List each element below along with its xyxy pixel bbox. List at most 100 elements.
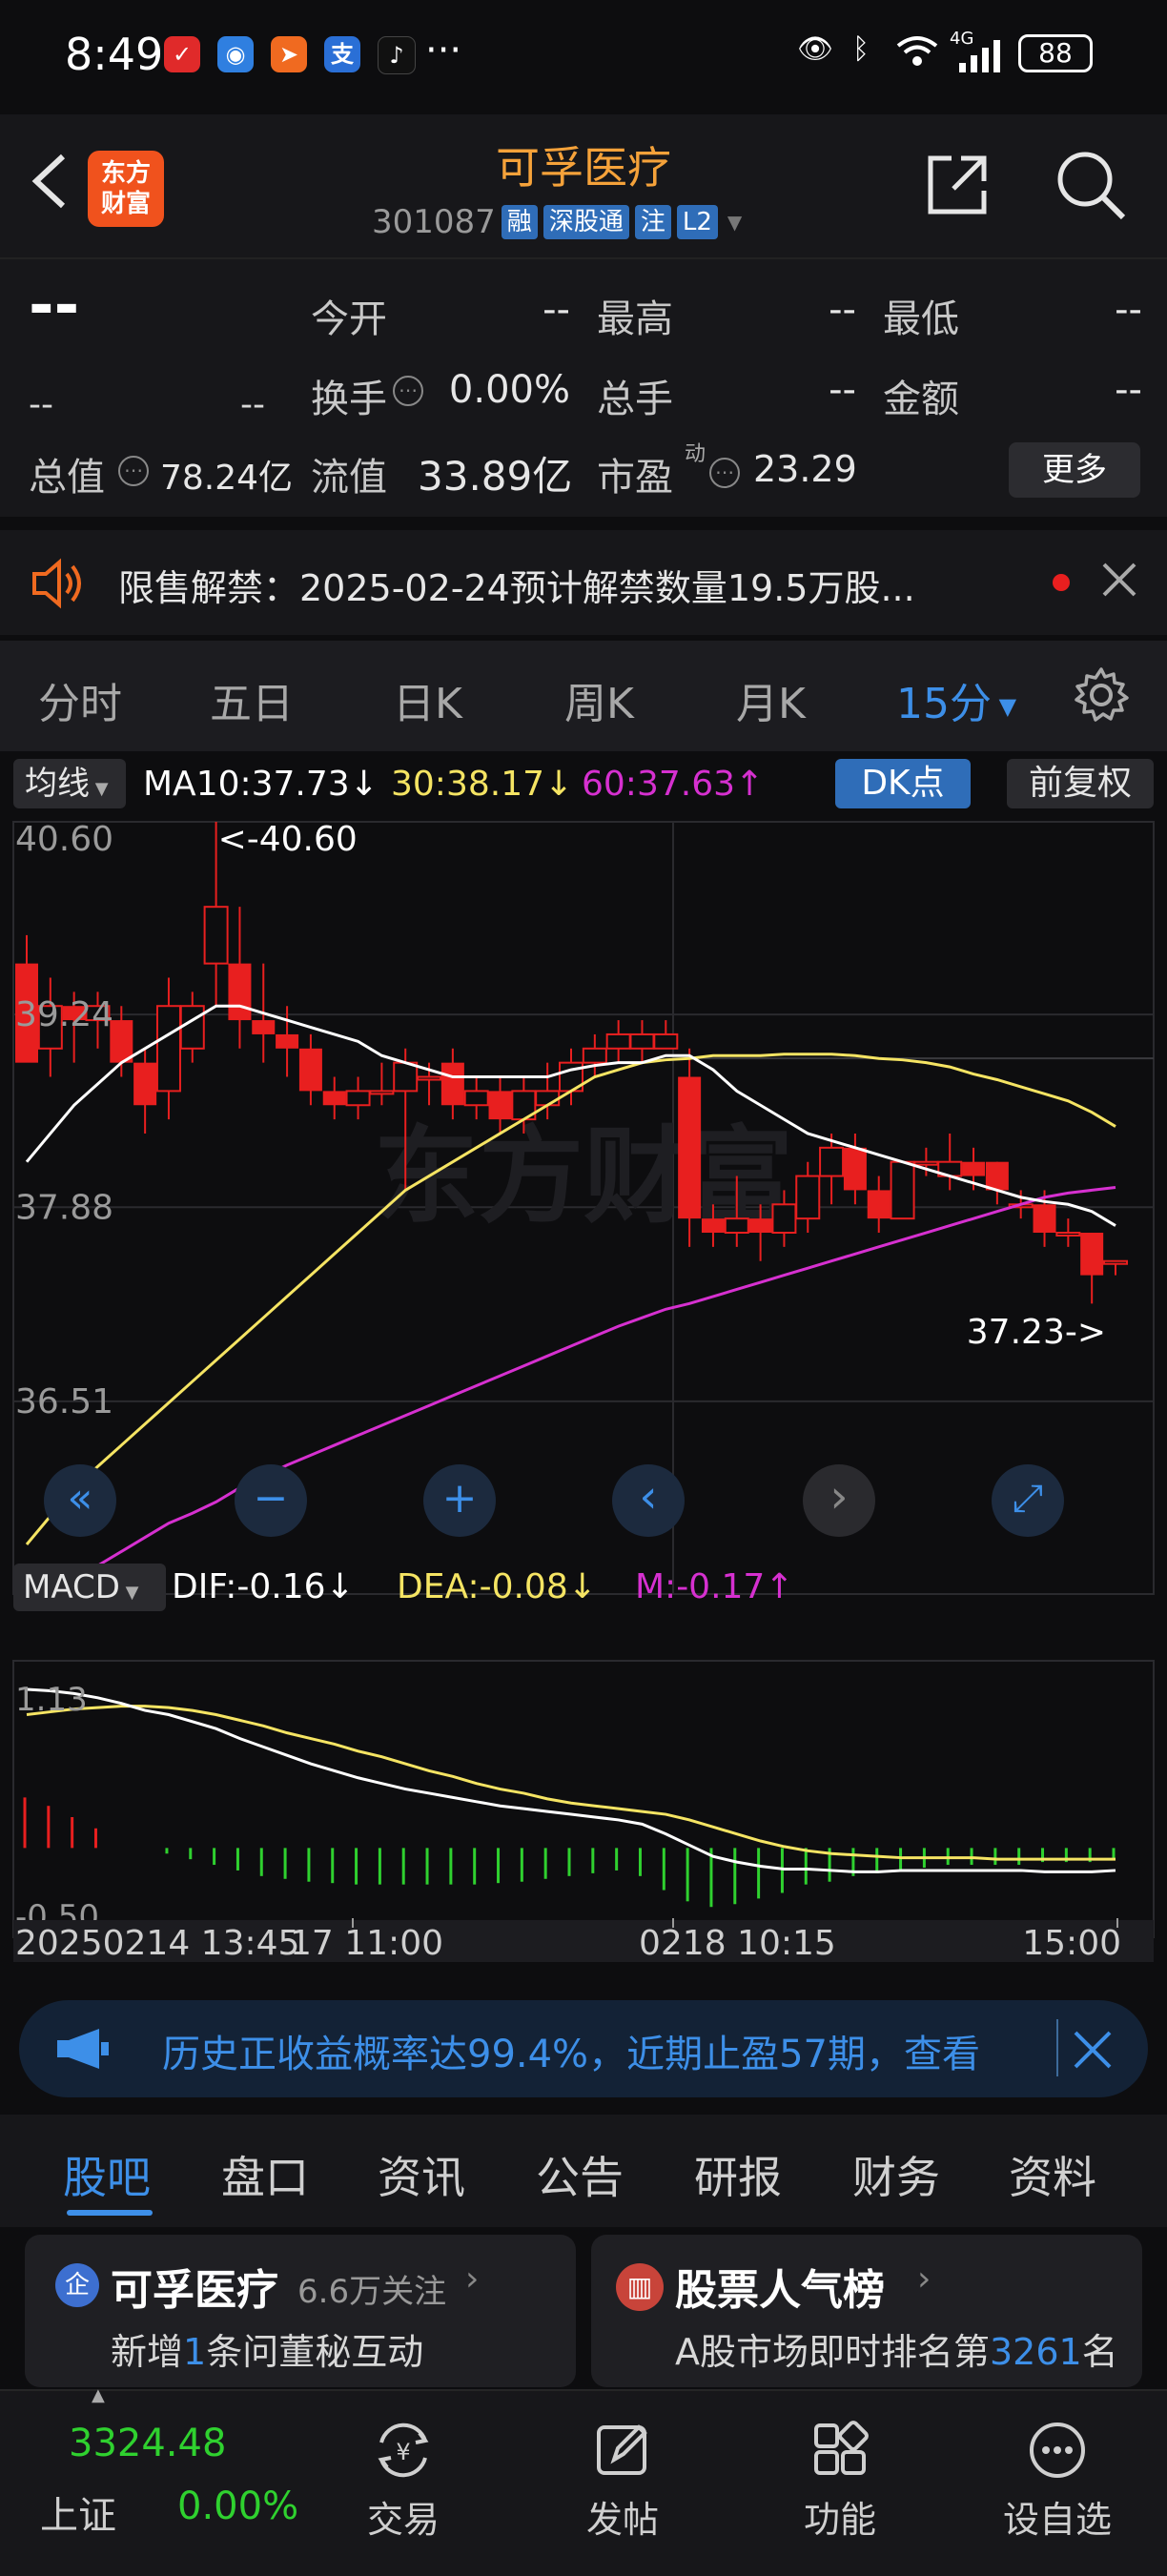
tab-research[interactable]: 研报 [694, 2143, 782, 2206]
candle-body [1033, 1204, 1056, 1234]
forward-adjust-button[interactable]: 前复权 [1007, 759, 1154, 808]
candle-body [203, 906, 229, 965]
dropdown-icon: ▼ [119, 1583, 139, 1603]
candle-body [298, 1048, 322, 1092]
stock-code-row[interactable]: 301087 融 深股通 注 L2 ▼ [372, 198, 742, 246]
card-subtitle-text: 条问董秘互动 [206, 2331, 424, 2373]
tiktok-icon: ♪ [378, 36, 416, 74]
tab-profile[interactable]: 资料 [1009, 2143, 1096, 2206]
value-amount: -- [1115, 368, 1142, 412]
info-icon[interactable]: ⋯ [393, 376, 423, 406]
value-total-value: 78.24亿 [160, 459, 294, 498]
eye-icon: 👁 [797, 32, 834, 66]
candle-body [322, 1091, 346, 1106]
unlock-notice-bar[interactable]: 限售解禁：2025-02-24预计解禁数量19.5万股... [0, 530, 1167, 635]
candle-body [701, 1218, 725, 1234]
scroll-left-button[interactable]: ‹ [612, 1464, 685, 1537]
candle-body [133, 1062, 157, 1106]
tab-news[interactable]: 资讯 [378, 2143, 465, 2206]
candle-body [535, 1090, 561, 1107]
share-icon[interactable] [923, 151, 992, 223]
label-open: 今开 [311, 297, 387, 341]
megaphone-icon [53, 2025, 113, 2076]
expand-arrow-icon[interactable]: ▲ [92, 2385, 105, 2405]
tab-15min[interactable]: 15分 ▼ [896, 669, 1016, 730]
card-subtitle-text: A股市场即时排名第 [675, 2331, 990, 2373]
quote-panel: -- -- -- 今开 -- 最高 -- 最低 -- 换手 ⋯ 0.00% 总手… [0, 259, 1167, 517]
candle-body [155, 1005, 181, 1093]
tab-weekly-k[interactable]: 周K [564, 669, 634, 730]
nav-trade-label: 交易 [366, 2499, 440, 2541]
scroll-left-fast-button[interactable]: « [44, 1464, 116, 1537]
edit-icon [597, 2424, 647, 2475]
index-value[interactable]: 3324.48 [69, 2422, 226, 2465]
chevron-right-icon: › [917, 2259, 932, 2299]
candle-body [629, 1032, 655, 1050]
ma30-label: 30:38.17↓ [391, 765, 574, 804]
tab-guba[interactable]: 股吧 [63, 2143, 151, 2206]
candle-body [393, 1061, 419, 1093]
nav-add-watchlist[interactable]: 设自选 [986, 2420, 1129, 2543]
candle-body [867, 1190, 891, 1219]
candle-body [1055, 1232, 1081, 1237]
nav-functions-label: 功能 [803, 2499, 876, 2541]
app-notification-icon: ➤ [271, 36, 307, 72]
fullscreen-button[interactable]: ⤢ [992, 1464, 1064, 1537]
candle-body [252, 1020, 276, 1034]
more-circle-icon [1030, 2423, 1085, 2478]
x-axis-label: 0218 10:15 [639, 1924, 836, 1962]
settings-gear-icon[interactable] [1072, 665, 1131, 728]
tab-daily-k[interactable]: 日K [393, 669, 462, 730]
more-notifications-icon: ··· [425, 29, 462, 72]
candle-body [345, 1090, 371, 1107]
candle-body [1103, 1259, 1128, 1265]
bluetooth-icon: ᛒ [852, 32, 870, 66]
close-icon[interactable] [1098, 559, 1140, 604]
tab-financials[interactable]: 财务 [852, 2143, 940, 2206]
zoom-out-button[interactable]: − [235, 1464, 307, 1537]
macd-dif-label: DIF:-0.16↓ [172, 1567, 355, 1606]
nav-trade[interactable]: ¥ 交易 [332, 2420, 475, 2543]
candle-body [678, 1076, 702, 1219]
macd-m-label: M:-0.17↑ [635, 1567, 794, 1606]
app-notification-icon: 支 [324, 36, 360, 72]
ma60-label: 60:37.63↑ [582, 765, 765, 804]
close-icon[interactable] [1072, 2029, 1114, 2075]
tab-monthly-k[interactable]: 月K [736, 669, 806, 730]
zoom-in-button[interactable]: + [423, 1464, 496, 1537]
tab-order-book[interactable]: 盘口 [221, 2143, 309, 2206]
popularity-card[interactable]: ▥ 股票人气榜 › A股市场即时排名第3261名 [591, 2235, 1142, 2387]
candle-body [962, 1161, 986, 1176]
status-bar: 8:49 ✓ ◉ ➤ 支 ♪ ··· 👁 ᛒ 4G 88 [0, 0, 1167, 114]
tab-five-day[interactable]: 五日 [210, 669, 294, 730]
info-icon[interactable]: ⋯ [118, 456, 149, 486]
candle-body [748, 1218, 772, 1234]
dk-point-label: DK点 [861, 764, 945, 803]
dk-point-button[interactable]: DK点 [835, 759, 971, 808]
ma-selector[interactable]: 均线 ▼ [13, 759, 126, 808]
kline-chart-area[interactable]: 均线 ▼ MA10:37.73↓ 30:38.17↓ 60:37.63↑ DK点… [0, 751, 1167, 1962]
tag-connect: 深股通 [543, 205, 629, 239]
card-subtitle-number: 3261 [990, 2331, 1082, 2373]
tab-intraday[interactable]: 分时 [38, 669, 122, 730]
candle-body [488, 1091, 512, 1120]
battery-icon: 88 [1018, 34, 1093, 72]
scroll-right-button[interactable]: › [803, 1464, 875, 1537]
tab-announcements[interactable]: 公告 [536, 2143, 624, 2206]
company-card[interactable]: 企 可孚医疗 6.6万关注 › 新增1条问董秘互动 [25, 2235, 576, 2387]
card-title: 股票人气榜 [675, 2266, 885, 2315]
value-volume: -- [829, 368, 856, 412]
info-icon[interactable]: ⋯ [709, 458, 740, 488]
card-subtitle-text: 名 [1081, 2331, 1118, 2373]
nav-functions[interactable]: 功能 [768, 2420, 911, 2543]
indicator-selector[interactable]: MACD ▼ [13, 1564, 166, 1611]
nav-post[interactable]: 发帖 [551, 2420, 694, 2543]
app-notification-icon: ◉ [217, 36, 254, 72]
ranking-icon: ▥ [616, 2263, 664, 2311]
search-icon[interactable] [1054, 149, 1129, 227]
more-button[interactable]: 更多 [1009, 442, 1140, 498]
period-tabs: 分时 五日 日K 周K 月K 15分 ▼ [0, 641, 1167, 751]
promo-banner[interactable]: 历史正收益概率达99.4%，近期止盈57期，查看 [19, 2000, 1148, 2097]
card-subtitle-number: 1 [183, 2331, 207, 2373]
y-axis-label: 36.51 [15, 1382, 113, 1421]
